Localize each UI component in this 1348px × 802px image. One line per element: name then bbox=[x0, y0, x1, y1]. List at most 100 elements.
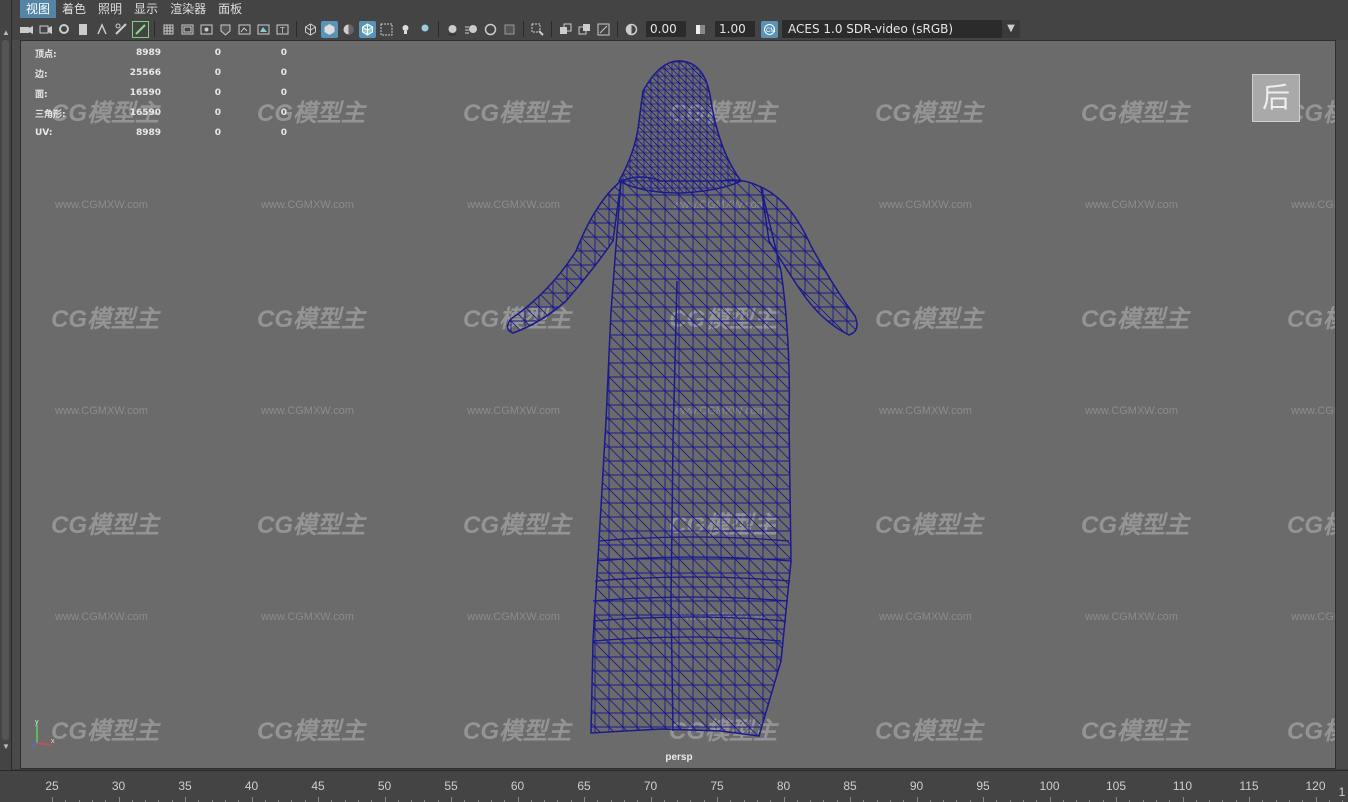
separator bbox=[438, 21, 439, 37]
grease-pencil-icon[interactable] bbox=[113, 21, 130, 38]
timeline-tick bbox=[650, 797, 652, 802]
hud-value: 0 bbox=[214, 48, 221, 58]
timeline-tick bbox=[118, 797, 120, 802]
anti-aliasing-icon[interactable] bbox=[482, 21, 499, 38]
default-material-icon[interactable] bbox=[340, 21, 357, 38]
timeline-tick bbox=[384, 797, 386, 802]
hud-row: UV: 8989 0 0 bbox=[35, 123, 287, 143]
wireframe-icon[interactable] bbox=[302, 21, 319, 38]
timeline-tick bbox=[318, 797, 319, 802]
hud-label: 面: bbox=[35, 89, 48, 100]
color-management-icon[interactable]: CM bbox=[761, 20, 778, 38]
xray-joints-icon[interactable] bbox=[557, 21, 574, 38]
gate-mask-icon[interactable] bbox=[217, 21, 234, 38]
view-transform-dropdown[interactable]: ACES 1.0 SDR-video (sRGB) ▼ bbox=[782, 20, 1020, 38]
isolate-select-icon[interactable] bbox=[529, 21, 546, 38]
hud-row: 顶点: 8989 0 0 bbox=[35, 43, 287, 63]
timeline-tick bbox=[584, 797, 585, 802]
pencil-icon[interactable] bbox=[132, 20, 149, 38]
timeline-tick bbox=[717, 797, 718, 802]
hud-value: 25566 bbox=[129, 68, 161, 78]
timeline-frame-label: 115 bbox=[1239, 779, 1259, 793]
grid-icon[interactable] bbox=[160, 21, 177, 38]
timeline-tick bbox=[52, 797, 53, 802]
separator bbox=[154, 21, 155, 37]
timeline-tick bbox=[916, 797, 918, 802]
hud-value: 0 bbox=[214, 108, 221, 118]
3d-viewport[interactable]: CG模型主CG模型主CG模型主CG模型主CG模型主CG模型主CG模型主CG模型主… bbox=[20, 40, 1336, 769]
field-chart-icon[interactable] bbox=[236, 21, 253, 38]
timeline-frame-label: 95 bbox=[976, 779, 990, 793]
hud-value: 0 bbox=[280, 108, 287, 118]
timeline-frame-label: 45 bbox=[311, 779, 325, 793]
image-plane-icon[interactable] bbox=[75, 21, 92, 38]
timeline-frame-label: 35 bbox=[178, 779, 192, 793]
timeline-frame-label: 120 bbox=[1305, 779, 1326, 793]
separator bbox=[523, 21, 524, 37]
hud-value: 0 bbox=[214, 88, 221, 98]
separator bbox=[296, 21, 297, 37]
viewport-left-border bbox=[12, 40, 20, 769]
exposure-icon[interactable] bbox=[623, 21, 640, 38]
smooth-shade-icon[interactable] bbox=[321, 20, 338, 38]
viewport-toolbar: T 0.00 1.00 CM ACES 1.0 SDR-video (sRGB)… bbox=[12, 18, 1348, 40]
hud-value: 0 bbox=[280, 68, 287, 78]
hud-value: 0 bbox=[214, 68, 221, 78]
motion-blur-icon[interactable] bbox=[463, 21, 480, 38]
menu-panels[interactable]: 面板 bbox=[212, 0, 248, 18]
gamma-icon[interactable] bbox=[692, 21, 709, 38]
hud-value: 8989 bbox=[135, 48, 161, 58]
svg-text:CM: CM bbox=[766, 28, 775, 34]
poly-count-hud: 顶点: 8989 0 0 边: 25566 0 0 面: 16590 0 0 三角形: 16590 0 0 UV… bbox=[35, 43, 287, 143]
timeline-frame-label: 105 bbox=[1105, 779, 1127, 793]
hud-label: 三角形: bbox=[35, 109, 66, 120]
menu-view[interactable]: 视图 bbox=[20, 0, 57, 18]
timeline-tick bbox=[1182, 797, 1184, 802]
menu-show[interactable]: 显示 bbox=[128, 0, 164, 18]
robe-wireframe-model bbox=[506, 60, 858, 737]
bookmark-icon[interactable] bbox=[56, 21, 73, 38]
left-scrollbar[interactable]: ▲ ▼ bbox=[0, 0, 12, 770]
scroll-thumb[interactable] bbox=[2, 40, 9, 740]
depth-of-field-icon[interactable] bbox=[501, 21, 518, 38]
scroll-down-icon[interactable]: ▼ bbox=[2, 742, 10, 751]
view-cube[interactable]: 后 bbox=[1252, 74, 1300, 122]
2d-pan-zoom-icon[interactable] bbox=[94, 21, 111, 38]
camera-name-label: persp bbox=[665, 752, 693, 763]
time-slider[interactable]: 25 30 35 40 45 50 55 60 65 70 75 80 85 90 95 100 105 110 1… bbox=[0, 770, 1348, 802]
chevron-down-icon[interactable]: ▼ bbox=[1002, 20, 1020, 38]
timeline-frame-label: 30 bbox=[111, 779, 126, 793]
safe-action-icon[interactable] bbox=[255, 21, 272, 38]
hud-value: 0 bbox=[280, 88, 287, 98]
film-gate-icon[interactable] bbox=[179, 21, 196, 38]
exposure-field[interactable]: 0.00 bbox=[646, 21, 686, 37]
screen-space-ao-icon[interactable] bbox=[444, 21, 461, 38]
scroll-up-icon[interactable]: ▲ bbox=[2, 28, 10, 37]
safe-title-icon[interactable]: T bbox=[274, 21, 291, 38]
menu-lighting[interactable]: 照明 bbox=[92, 0, 128, 18]
hud-value: 0 bbox=[280, 48, 287, 58]
gamma-field[interactable]: 1.00 bbox=[715, 21, 755, 37]
timeline-tick bbox=[1249, 797, 1250, 802]
timeline-frame-label: 80 bbox=[776, 779, 791, 793]
backface-culling-icon[interactable] bbox=[595, 21, 612, 38]
separator bbox=[551, 21, 552, 37]
timeline-tick bbox=[251, 797, 253, 802]
camera-select-icon[interactable] bbox=[18, 21, 35, 38]
menu-shading[interactable]: 着色 bbox=[56, 0, 92, 18]
timeline-frame-label: 90 bbox=[909, 779, 924, 793]
xray-icon[interactable] bbox=[378, 21, 395, 38]
shadows-icon[interactable] bbox=[416, 21, 433, 38]
menu-renderer[interactable]: 渲染器 bbox=[164, 0, 212, 18]
hud-label: UV: bbox=[35, 128, 53, 138]
timeline-tick bbox=[783, 797, 785, 802]
resolution-gate-icon[interactable] bbox=[198, 21, 215, 38]
wireframe-on-shaded-icon[interactable] bbox=[359, 20, 376, 38]
camera-attributes-icon[interactable] bbox=[37, 21, 54, 38]
axis-y-label: y bbox=[35, 719, 39, 726]
use-all-lights-icon[interactable] bbox=[397, 21, 414, 38]
timeline-tick bbox=[983, 797, 984, 802]
xray-active-icon[interactable] bbox=[576, 21, 593, 38]
timeline-tick bbox=[1116, 797, 1117, 802]
hud-row: 三角形: 16590 0 0 bbox=[35, 103, 287, 123]
